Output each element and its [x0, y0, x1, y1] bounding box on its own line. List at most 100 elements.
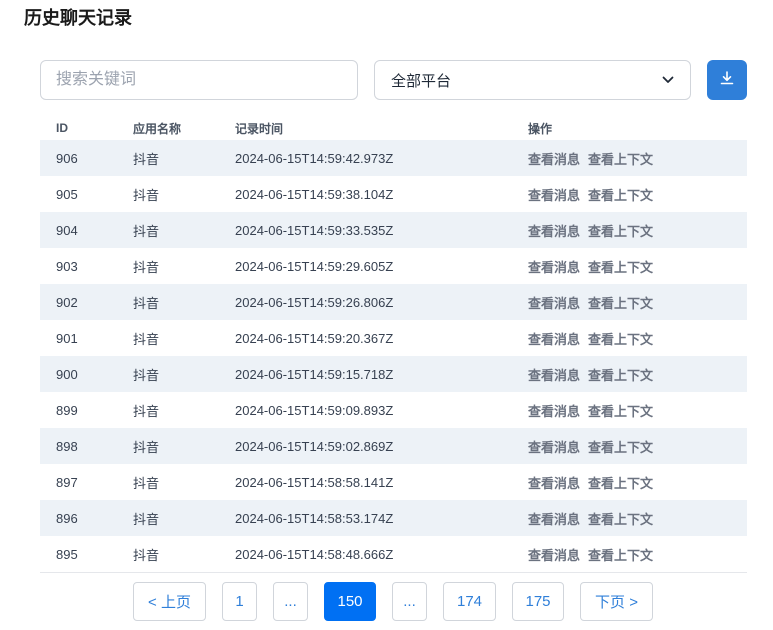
view-message-link[interactable]: 查看消息	[528, 293, 580, 312]
table-row: 899 抖音 2024-06-15T14:59:09.893Z 查看消息 查看上下文	[40, 392, 747, 428]
cell-time: 2024-06-15T14:58:48.666Z	[235, 546, 394, 562]
view-context-link[interactable]: 查看上下文	[588, 401, 653, 420]
view-context-link[interactable]: 查看上下文	[588, 293, 653, 312]
cell-app: 抖音	[133, 439, 160, 455]
cell-actions: 查看消息 查看上下文	[513, 221, 747, 240]
page-button[interactable]: 174	[443, 582, 496, 621]
chevron-down-icon	[662, 74, 674, 86]
cell-actions: 查看消息 查看上下文	[513, 185, 747, 204]
cell-id: 899	[56, 402, 78, 418]
cell-id: 904	[56, 222, 78, 238]
pagination-ellipsis[interactable]: ...	[392, 582, 427, 621]
download-icon	[719, 70, 735, 91]
cell-id: 898	[56, 438, 78, 454]
cell-app: 抖音	[133, 403, 160, 419]
table-header: ID 应用名称 记录时间 操作	[40, 116, 747, 140]
search-input[interactable]	[40, 60, 358, 100]
view-message-link[interactable]: 查看消息	[528, 401, 580, 420]
view-context-link[interactable]: 查看上下文	[588, 473, 653, 492]
view-context-link[interactable]: 查看上下文	[588, 257, 653, 276]
cell-app: 抖音	[133, 259, 160, 275]
cell-actions: 查看消息 查看上下文	[513, 509, 747, 528]
page-button[interactable]: 1	[222, 582, 257, 621]
view-message-link[interactable]: 查看消息	[528, 509, 580, 528]
cell-actions: 查看消息 查看上下文	[513, 401, 747, 420]
cell-id: 903	[56, 258, 78, 274]
cell-actions: 查看消息 查看上下文	[513, 149, 747, 168]
cell-actions: 查看消息 查看上下文	[513, 545, 747, 564]
view-context-link[interactable]: 查看上下文	[588, 221, 653, 240]
cell-app: 抖音	[133, 223, 160, 239]
cell-id: 902	[56, 294, 78, 310]
cell-actions: 查看消息 查看上下文	[513, 437, 747, 456]
table-row: 904 抖音 2024-06-15T14:59:33.535Z 查看消息 查看上下文	[40, 212, 747, 248]
view-message-link[interactable]: 查看消息	[528, 185, 580, 204]
cell-time: 2024-06-15T14:59:15.718Z	[235, 366, 394, 382]
cell-actions: 查看消息 查看上下文	[513, 473, 747, 492]
cell-id: 906	[56, 150, 78, 166]
platform-select-value: 全部平台	[391, 72, 452, 90]
pagination-ellipsis[interactable]: ...	[273, 582, 308, 621]
view-message-link[interactable]: 查看消息	[528, 365, 580, 384]
view-message-link[interactable]: 查看消息	[528, 437, 580, 456]
column-header-app: 应用名称	[133, 121, 182, 136]
view-context-link[interactable]: 查看上下文	[588, 509, 653, 528]
pagination: < 上页 1... 150... 174 175 下页 >	[133, 582, 669, 621]
cell-app: 抖音	[133, 151, 160, 167]
table-row: 896 抖音 2024-06-15T14:58:53.174Z 查看消息 查看上下文	[40, 500, 747, 536]
cell-time: 2024-06-15T14:59:09.893Z	[235, 402, 394, 418]
download-button[interactable]	[707, 60, 747, 100]
cell-id: 901	[56, 330, 78, 346]
view-context-link[interactable]: 查看上下文	[588, 365, 653, 384]
table-row: 897 抖音 2024-06-15T14:58:58.141Z 查看消息 查看上下文	[40, 464, 747, 500]
table-row: 905 抖音 2024-06-15T14:59:38.104Z 查看消息 查看上下文	[40, 176, 747, 212]
view-context-link[interactable]: 查看上下文	[588, 545, 653, 564]
cell-time: 2024-06-15T14:59:42.973Z	[235, 150, 394, 166]
cell-app: 抖音	[133, 511, 160, 527]
page-button[interactable]: 175	[512, 582, 564, 621]
history-table: ID 应用名称 记录时间 操作 906 抖音 2024-06-15T14:59:42…	[40, 116, 747, 573]
cell-id: 905	[56, 186, 78, 202]
cell-id: 897	[56, 474, 78, 490]
view-message-link[interactable]: 查看消息	[528, 149, 580, 168]
table-divider	[40, 572, 747, 573]
cell-time: 2024-06-15T14:59:38.104Z	[235, 186, 394, 202]
prev-page-button[interactable]: < 上页	[133, 582, 206, 621]
cell-app: 抖音	[133, 187, 160, 203]
cell-time: 2024-06-15T14:59:29.605Z	[235, 258, 394, 274]
view-context-link[interactable]: 查看上下文	[588, 437, 653, 456]
table-row: 901 抖音 2024-06-15T14:59:20.367Z 查看消息 查看上下文	[40, 320, 747, 356]
table-row: 898 抖音 2024-06-15T14:59:02.869Z 查看消息 查看上下文	[40, 428, 747, 464]
view-message-link[interactable]: 查看消息	[528, 545, 580, 564]
platform-select[interactable]: 全部平台	[374, 60, 691, 100]
cell-id: 896	[56, 510, 78, 526]
table-body: 906 抖音 2024-06-15T14:59:42.973Z 查看消息 查看上下文 90…	[40, 140, 747, 572]
column-header-id: ID	[56, 121, 68, 135]
table-row: 900 抖音 2024-06-15T14:59:15.718Z 查看消息 查看上下文	[40, 356, 747, 392]
cell-time: 2024-06-15T14:58:53.174Z	[235, 510, 394, 526]
table-row: 895 抖音 2024-06-15T14:58:48.666Z 查看消息 查看上下文	[40, 536, 747, 572]
view-context-link[interactable]: 查看上下文	[588, 185, 653, 204]
view-message-link[interactable]: 查看消息	[528, 221, 580, 240]
page-button[interactable]: 150	[324, 582, 376, 621]
page-title: 历史聊天记录	[24, 8, 132, 28]
table-row: 906 抖音 2024-06-15T14:59:42.973Z 查看消息 查看上下文	[40, 140, 747, 176]
view-context-link[interactable]: 查看上下文	[588, 149, 653, 168]
cell-id: 900	[56, 366, 78, 382]
cell-id: 895	[56, 546, 78, 562]
column-header-time: 记录时间	[235, 121, 284, 136]
cell-actions: 查看消息 查看上下文	[513, 257, 747, 276]
column-header-actions: 操作	[528, 121, 553, 136]
cell-time: 2024-06-15T14:59:02.869Z	[235, 438, 394, 454]
cell-app: 抖音	[133, 547, 160, 563]
table-row: 902 抖音 2024-06-15T14:59:26.806Z 查看消息 查看上下文	[40, 284, 747, 320]
view-context-link[interactable]: 查看上下文	[588, 329, 653, 348]
cell-app: 抖音	[133, 331, 160, 347]
cell-time: 2024-06-15T14:59:33.535Z	[235, 222, 394, 238]
next-page-button[interactable]: 下页 >	[580, 582, 653, 621]
table-row: 903 抖音 2024-06-15T14:59:29.605Z 查看消息 查看上下文	[40, 248, 747, 284]
cell-actions: 查看消息 查看上下文	[513, 365, 747, 384]
view-message-link[interactable]: 查看消息	[528, 257, 580, 276]
view-message-link[interactable]: 查看消息	[528, 473, 580, 492]
view-message-link[interactable]: 查看消息	[528, 329, 580, 348]
